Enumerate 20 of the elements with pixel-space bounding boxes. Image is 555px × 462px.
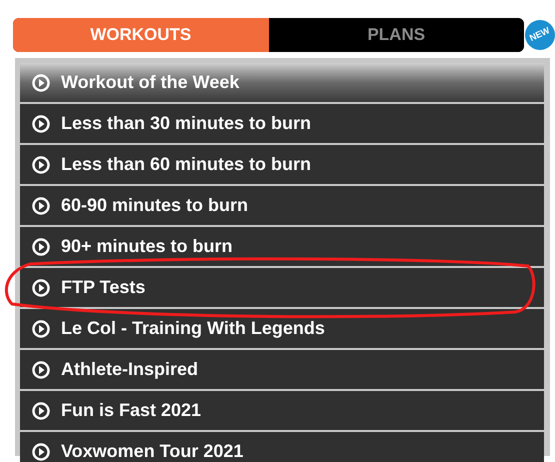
play-icon xyxy=(32,74,50,92)
category-item[interactable]: 60-90 minutes to burn xyxy=(20,186,544,225)
category-item[interactable]: Less than 60 minutes to burn xyxy=(20,145,544,184)
play-icon xyxy=(32,402,50,420)
category-item[interactable]: Workout of the Week xyxy=(20,63,544,102)
category-item[interactable]: 90+ minutes to burn xyxy=(20,227,544,266)
play-icon xyxy=(32,360,50,378)
category-item[interactable]: Less than 30 minutes to burn xyxy=(20,104,544,143)
category-item[interactable]: Voxwomen Tour 2021 xyxy=(20,432,544,462)
category-item[interactable]: Le Col - Training With Legends xyxy=(20,309,544,348)
category-item[interactable]: FTP Tests xyxy=(20,268,544,307)
category-item[interactable]: Fun is Fast 2021 xyxy=(20,391,544,430)
play-icon xyxy=(32,442,50,460)
play-icon xyxy=(32,196,50,214)
play-icon xyxy=(32,278,50,296)
play-icon xyxy=(32,114,50,132)
play-icon xyxy=(32,156,50,174)
category-item[interactable]: Athlete-Inspired xyxy=(20,350,544,389)
play-icon xyxy=(32,320,50,338)
play-icon xyxy=(32,238,50,256)
